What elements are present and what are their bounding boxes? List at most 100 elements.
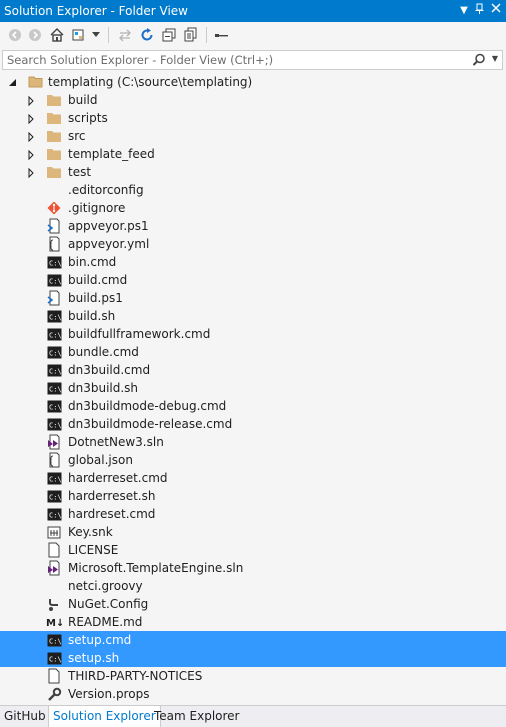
svg-text:C:\: C:\ xyxy=(49,637,62,645)
tree-item[interactable]: C:\ dn3buildmode-release.cmd xyxy=(0,415,506,433)
command-script-icon: C:\ xyxy=(46,254,62,270)
tree-item[interactable]: DotnetNew3.sln xyxy=(0,433,506,451)
tree-item-label: appveyor.ps1 xyxy=(68,219,149,233)
tree-item[interactable]: LICENSE xyxy=(0,541,506,559)
svg-text:C:\: C:\ xyxy=(49,259,62,267)
expand-arrow-icon[interactable] xyxy=(26,149,36,161)
folder-icon xyxy=(46,146,62,162)
tree-item[interactable]: appveyor.yml xyxy=(0,235,506,253)
tree-item[interactable]: .gitignore xyxy=(0,199,506,217)
tree-item-label: dn3build.sh xyxy=(68,381,139,395)
tree-item[interactable]: THIRD-PARTY-NOTICES xyxy=(0,667,506,685)
command-script-icon: C:\ xyxy=(46,632,62,648)
tree-item[interactable]: C:\ dn3buildmode-debug.cmd xyxy=(0,397,506,415)
tree-item-label: dn3buildmode-release.cmd xyxy=(68,417,233,431)
tree-item[interactable]: build xyxy=(0,91,506,109)
tree-item-label: Microsoft.TemplateEngine.sln xyxy=(68,561,244,575)
svg-text:C:\: C:\ xyxy=(49,367,62,375)
expand-arrow-icon[interactable] xyxy=(26,167,36,179)
git-icon xyxy=(46,200,62,216)
tree-item-label: netci.groovy xyxy=(68,579,143,593)
tree-item-label: Key.snk xyxy=(68,525,113,539)
tree-item-label: LICENSE xyxy=(68,543,119,557)
tree-item[interactable]: global.json xyxy=(0,451,506,469)
collapse-all-icon[interactable] xyxy=(160,26,178,44)
switch-views-dropdown-icon[interactable] xyxy=(90,26,102,44)
expand-arrow-icon[interactable] xyxy=(26,113,36,125)
powershell-icon xyxy=(46,290,62,306)
tree-item[interactable]: Microsoft.TemplateEngine.sln xyxy=(0,559,506,577)
svg-text:C:\: C:\ xyxy=(49,511,62,519)
tree-root-label: templating (C:\source\templating) xyxy=(48,75,253,89)
tree-root[interactable]: templating (C:\source\templating) xyxy=(0,73,506,91)
tree-item[interactable]: M↓ README.md xyxy=(0,613,506,631)
title-bar[interactable]: Solution Explorer - Folder View ▼ xyxy=(0,0,506,22)
tree-item[interactable]: Key.snk xyxy=(0,523,506,541)
svg-text:M↓: M↓ xyxy=(46,618,62,628)
tree-item[interactable]: Version.props xyxy=(0,685,506,703)
back-icon[interactable] xyxy=(6,26,24,44)
tree-item[interactable]: C:\ buildfullframework.cmd xyxy=(0,325,506,343)
svg-text:C:\: C:\ xyxy=(49,331,62,339)
tree-item[interactable]: C:\ dn3build.cmd xyxy=(0,361,506,379)
close-icon[interactable] xyxy=(488,3,504,19)
tree-item[interactable]: C:\ build.sh xyxy=(0,307,506,325)
tree-item[interactable]: C:\ dn3build.sh xyxy=(0,379,506,397)
tree-item[interactable]: C:\ harderreset.cmd xyxy=(0,469,506,487)
tree-item-label: build.sh xyxy=(68,309,116,323)
tree-item[interactable]: appveyor.ps1 xyxy=(0,217,506,235)
tree-item[interactable]: NuGet.Config xyxy=(0,595,506,613)
solution-file-icon xyxy=(46,560,62,576)
tree-item-label: THIRD-PARTY-NOTICES xyxy=(68,669,203,683)
command-script-icon: C:\ xyxy=(46,416,62,432)
tree-item[interactable]: scripts xyxy=(0,109,506,127)
tab-solution-explorer[interactable]: Solution Explorer xyxy=(48,706,161,727)
command-script-icon: C:\ xyxy=(46,506,62,522)
command-script-icon: C:\ xyxy=(46,362,62,378)
refresh-icon[interactable] xyxy=(138,26,156,44)
tree-item[interactable]: .editorconfig xyxy=(0,181,506,199)
tree-item[interactable]: C:\ setup.cmd xyxy=(0,631,506,649)
tree-item-label: Version.props xyxy=(68,687,150,701)
search-input[interactable] xyxy=(7,52,477,68)
tree-item-label: .editorconfig xyxy=(68,183,144,197)
json-file-icon xyxy=(46,236,62,252)
tree-item-label: dn3build.cmd xyxy=(68,363,151,377)
window-menu-dropdown-icon[interactable]: ▼ xyxy=(456,3,472,19)
command-script-icon: C:\ xyxy=(46,398,62,414)
tree-item[interactable]: C:\ setup.sh xyxy=(0,649,506,667)
tab-github[interactable]: GitHub xyxy=(0,706,50,727)
tree-item[interactable]: template_feed xyxy=(0,145,506,163)
show-all-files-icon[interactable] xyxy=(182,26,200,44)
switch-views-icon[interactable] xyxy=(70,26,88,44)
markdown-icon: M↓ xyxy=(46,614,62,630)
properties-icon[interactable] xyxy=(212,26,230,44)
bottom-tab-bar: GitHub Solution Explorer Team Explorer xyxy=(0,705,506,727)
tree-item[interactable]: test xyxy=(0,163,506,181)
expand-arrow-icon[interactable] xyxy=(26,131,36,143)
tree-item[interactable]: C:\ bin.cmd xyxy=(0,253,506,271)
tab-team-explorer[interactable]: Team Explorer xyxy=(150,706,244,727)
tree-item[interactable]: C:\ bundle.cmd xyxy=(0,343,506,361)
tree-item-label: dn3buildmode-debug.cmd xyxy=(68,399,227,413)
pin-icon[interactable] xyxy=(472,3,488,19)
search-box[interactable]: ▼ xyxy=(2,50,503,70)
expand-arrow-icon[interactable] xyxy=(26,95,36,107)
tree-item[interactable]: C:\ build.cmd xyxy=(0,271,506,289)
tree-item[interactable]: C:\ harderreset.sh xyxy=(0,487,506,505)
tree-item-label: appveyor.yml xyxy=(68,237,150,251)
tree-item[interactable]: src xyxy=(0,127,506,145)
forward-icon[interactable] xyxy=(26,26,44,44)
home-icon[interactable] xyxy=(48,26,66,44)
search-icon[interactable] xyxy=(472,53,486,67)
tree-item[interactable]: C:\ hardreset.cmd xyxy=(0,505,506,523)
sync-icon[interactable] xyxy=(116,26,134,44)
tree-item[interactable]: netci.groovy xyxy=(0,577,506,595)
command-script-icon: C:\ xyxy=(46,272,62,288)
tree-item[interactable]: build.ps1 xyxy=(0,289,506,307)
wrench-icon xyxy=(46,686,62,702)
svg-text:C:\: C:\ xyxy=(49,655,62,663)
collapse-arrow-icon[interactable] xyxy=(8,77,18,87)
tree-item-label: DotnetNew3.sln xyxy=(68,435,164,449)
search-options-dropdown-icon[interactable]: ▼ xyxy=(492,54,498,63)
